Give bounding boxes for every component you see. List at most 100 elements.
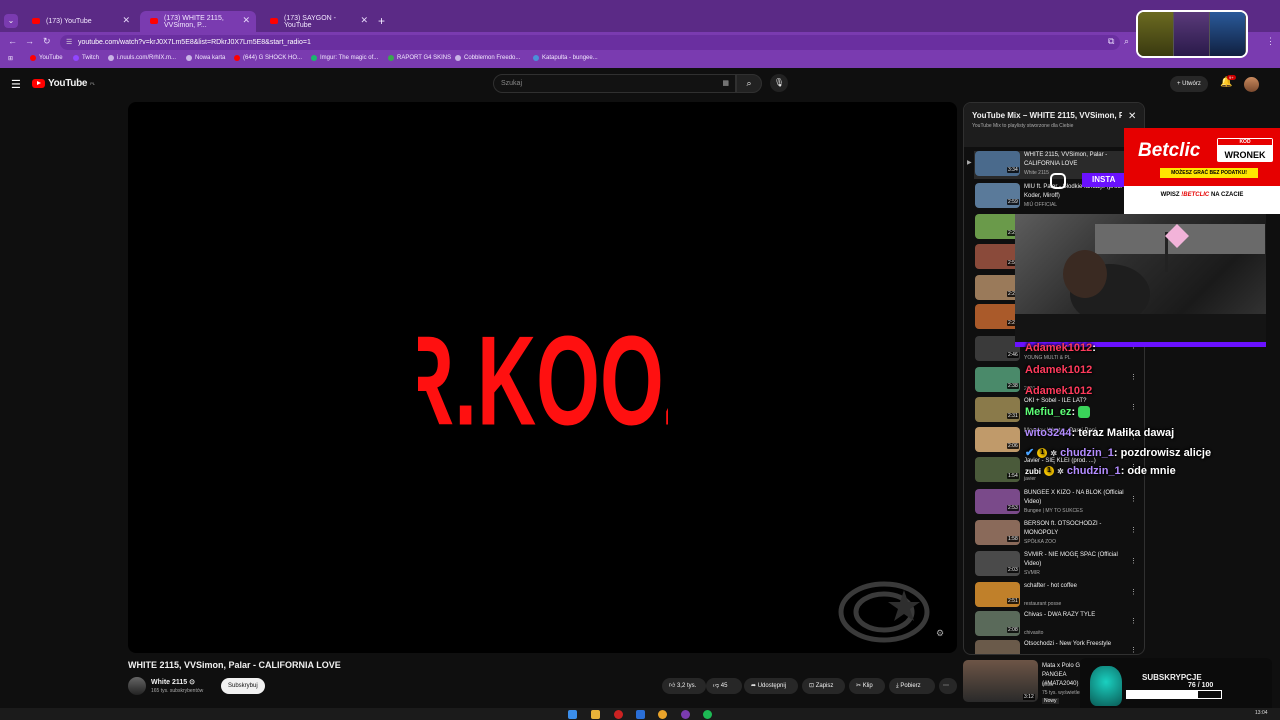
more-vertical-icon[interactable]: ⋮ [1130, 526, 1137, 534]
chrome-icon[interactable] [658, 710, 667, 719]
playlist-item-title: OKI + Sobel - ILE LAT? [1024, 398, 1087, 404]
playlist-item[interactable]: 2:03 SVMIR - NIE MOGĘ SPAĆ (Official Vide… [974, 551, 1142, 579]
playlist-title[interactable]: YouTube Mix – WHITE 2115, VVSimon, Palar [972, 111, 1122, 120]
betclic-logo: Betclic [1138, 140, 1201, 161]
bookmark-nuuls[interactable]: i.nuuls.com/RrhIX.m... [108, 55, 176, 61]
download-button[interactable]: ⤓ Pobierz [889, 678, 935, 694]
zoom-icon[interactable]: ⌕ [1124, 36, 1129, 47]
video-duration: 2:03 [1007, 567, 1019, 573]
like-button[interactable]: 👍︎ 3,2 tys. [662, 678, 706, 694]
video-duration: 1:54 [1007, 473, 1019, 479]
windows-taskbar: 13:04 [0, 708, 1280, 720]
back-icon[interactable]: ← [8, 36, 17, 46]
chat-message: ✔ 1 ✲ chudzin_1: pozdrowisz alicje [1025, 447, 1212, 459]
youtube-icon [30, 55, 36, 61]
thumbs-down-icon: 👎︎ [713, 683, 721, 689]
close-icon[interactable]: ✕ [1128, 111, 1136, 122]
more-vertical-icon[interactable]: ⋮ [1130, 557, 1137, 565]
playlist-item-channel: YOUNG MULTI & PL [1024, 355, 1071, 361]
ad-tagline: MOŻESZ GRAĆ BEZ PODATKU! [1160, 168, 1258, 178]
taskbar-clock: 13:04 [1255, 710, 1268, 716]
browser-tab-1[interactable]: (173) YouTube ✕ [22, 11, 136, 32]
menu-icon[interactable]: ☰ [11, 78, 21, 91]
playlist-item-title: schafter - hot coffee [1024, 583, 1077, 589]
close-tab-icon[interactable]: ✕ [242, 15, 250, 26]
new-tab-button[interactable]: + [378, 14, 385, 28]
account-avatar[interactable] [1244, 77, 1259, 92]
bookmark-new-tab[interactable]: Nowa karta [186, 55, 225, 61]
youtube-logo[interactable]: YouTube PL [32, 78, 95, 89]
more-vertical-icon[interactable]: ⋮ [1130, 373, 1137, 381]
bookmark-cobblemon[interactable]: Cobblemon Freedo... [455, 55, 520, 61]
channel-name[interactable]: White 2115 ⊙ [151, 678, 195, 686]
tab-search-icon[interactable]: ⌄ [4, 14, 18, 28]
clip-button[interactable]: ✂ Klip [849, 678, 885, 694]
discord-icon[interactable] [681, 710, 690, 719]
overlay-thumbnail [1138, 12, 1174, 56]
apps-icon[interactable]: ⊞ [8, 55, 13, 62]
dislike-button[interactable]: 👎︎ 45 [706, 678, 742, 694]
share-button[interactable]: ➦ Udostępnij [744, 678, 798, 694]
more-vertical-icon[interactable]: ⋮ [1130, 617, 1137, 625]
chat-message: wito3244: teraz Małika dawaj [1025, 427, 1175, 439]
playlist-item-channel: SVMIR [1024, 570, 1040, 576]
bookmark-youtube[interactable]: YouTube [30, 55, 63, 61]
chat-message: Adamek1012: [1025, 342, 1096, 354]
file-explorer-icon[interactable] [591, 710, 600, 719]
channel-avatar[interactable] [128, 677, 146, 695]
globe-icon [455, 55, 461, 61]
address-bar[interactable]: ☰ youtube.com/watch?v=krJ0X7Lm5E8&list=R… [60, 35, 1120, 50]
more-vertical-icon[interactable]: ⋮ [1130, 646, 1137, 654]
browser-menu-icon[interactable]: ⋮ [1266, 36, 1275, 47]
search-button[interactable]: ⌕ [736, 74, 762, 93]
sub-badge-icon: 1 [1044, 466, 1055, 477]
playlist-header: YouTube Mix – WHITE 2115, VVSimon, Palar… [964, 103, 1144, 147]
app-icon[interactable] [614, 710, 623, 719]
playlist-item-channel: chivasito [1024, 630, 1044, 636]
playlist-item[interactable]: 2:08 Chivas - DWA RAZY TYLE chivasito ⋮ [974, 611, 1142, 639]
bookmark-katapulta[interactable]: Katapulta - bungee... [533, 55, 598, 61]
video-player[interactable]: DIR.KOOZA ⚙ [128, 102, 957, 653]
more-vertical-icon[interactable]: ⋮ [1130, 588, 1137, 596]
bookmark-raport[interactable]: RAPORT G4 SKINS [388, 55, 451, 61]
youtube-play-icon [32, 79, 45, 88]
playlist-item[interactable]: 2:53 BUNGEE X KIZO - NA BLOK (Official Vi… [974, 489, 1142, 517]
forward-icon[interactable]: → [25, 36, 34, 46]
video-duration: 2:06 [1007, 443, 1019, 449]
chat-message: Adamek1012 [1025, 364, 1093, 376]
more-vertical-icon[interactable]: ⋮ [1130, 495, 1137, 503]
browser-tab-3[interactable]: (173) SAYGON - YouTube ✕ [260, 11, 374, 32]
voice-search-button[interactable]: 🎙 [770, 74, 788, 92]
playlist-item[interactable]: 1:58 BERSON ft. OTSOCHODZI - MONOPOLY SPÓŁ… [974, 520, 1142, 548]
youtube-icon [234, 55, 240, 61]
more-vertical-icon[interactable]: ⋮ [1130, 403, 1137, 411]
more-actions-button[interactable]: ⋯ [939, 678, 957, 694]
save-button[interactable]: ⊡ Zapisz [802, 678, 845, 694]
playlist-item[interactable]: 2:51 schafter - hot coffee restaurant poss… [974, 582, 1142, 610]
thumbs-up-icon: 👍︎ [669, 683, 677, 689]
keyboard-icon[interactable]: ▦ [722, 75, 729, 92]
cast-icon[interactable]: ⧉ [1108, 36, 1114, 47]
close-tab-icon[interactable]: ✕ [122, 15, 130, 26]
youtube-favicon-icon [32, 18, 40, 24]
playlist-item[interactable]: 2:17Otsochodzi - New York Freestyle⋮ [974, 640, 1142, 654]
recommended-video[interactable]: 3:12 Mata x Polo G - PANGEA (#MATA2040) … [963, 660, 1084, 708]
player-settings-icon[interactable]: ⚙ [936, 628, 944, 639]
playlist-item-title: Chivas - DWA RAZY TYLE [1024, 612, 1096, 618]
browser-tab-2[interactable]: (173) WHITE 2115, VVSimon, P... ✕ [140, 11, 256, 32]
bookmark-gshock[interactable]: (644) G SHOCK HO... [234, 55, 302, 61]
close-tab-icon[interactable]: ✕ [360, 15, 368, 26]
bookmark-twitch[interactable]: Twitch [73, 55, 99, 61]
steam-icon[interactable] [636, 710, 645, 719]
playlist-thumbnail[interactable] [975, 640, 1020, 654]
windows-start-icon[interactable] [568, 710, 577, 719]
search-input[interactable]: Szukaj ▦ [493, 74, 736, 93]
reload-icon[interactable]: ↻ [43, 36, 51, 47]
bookmark-imgur[interactable]: Imgur: The magic of... [311, 55, 378, 61]
video-duration: 2:53 [1007, 505, 1019, 511]
youtube-header: ☰ YouTube PL Szukaj ▦ ⌕ 🎙 + Utwórz 🔔 9+ [0, 68, 1280, 100]
subscribe-button[interactable]: Subskrybuj [221, 678, 265, 694]
spotify-icon[interactable] [703, 710, 712, 719]
create-button[interactable]: + Utwórz [1170, 76, 1208, 92]
site-info-icon[interactable]: ☰ [66, 35, 72, 50]
